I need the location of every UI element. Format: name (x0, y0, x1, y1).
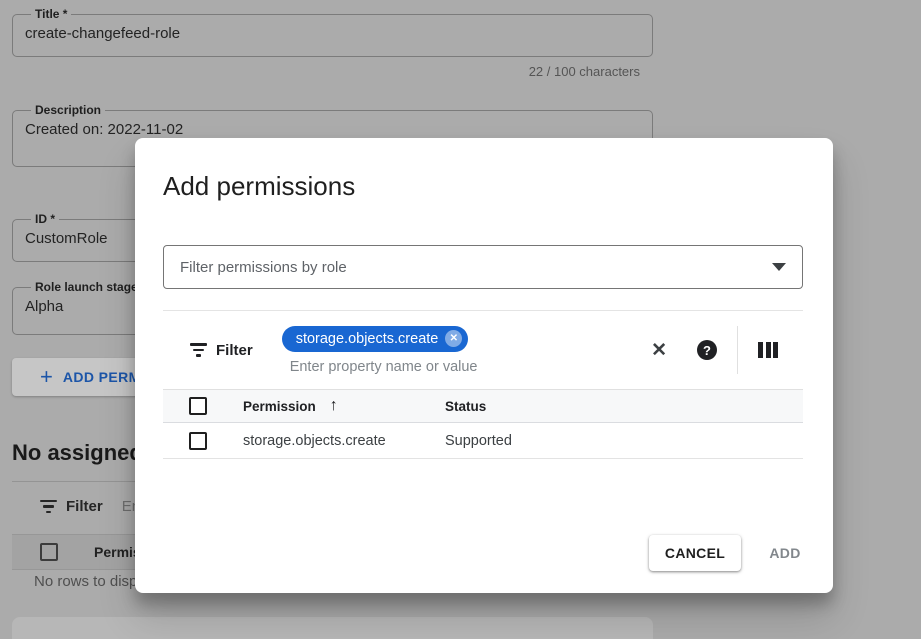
row-checkbox[interactable] (189, 432, 207, 450)
filter-funnel-icon (190, 343, 207, 357)
dialog-title: Add permissions (163, 171, 355, 202)
chip-remove-icon[interactable]: ✕ (445, 330, 462, 347)
description-field-label: Description (31, 103, 105, 117)
row-status-cell: Supported (445, 433, 512, 449)
filter-funnel-icon (40, 500, 57, 514)
role-filter-placeholder: Filter permissions by role (180, 259, 772, 276)
chevron-down-icon (772, 263, 786, 271)
select-all-checkbox[interactable] (40, 543, 58, 561)
id-field-label: ID * (31, 212, 59, 226)
role-filter-select[interactable]: Filter permissions by role (163, 245, 803, 289)
add-button[interactable]: ADD (755, 535, 815, 571)
toolbar-divider (737, 326, 738, 374)
permission-column-header[interactable]: Permission ↑ (243, 397, 445, 415)
add-permissions-dialog: Add permissions Filter permissions by ro… (135, 138, 833, 593)
permissions-table: Filter storage.objects.create ✕ Enter pr… (163, 310, 803, 459)
title-field[interactable]: Title * create-changefeed-role (12, 7, 653, 57)
description-field-value: Created on: 2022-11-02 (25, 121, 640, 138)
row-permission-cell: storage.objects.create (243, 433, 445, 449)
plus-icon: + (40, 366, 53, 388)
select-all-checkbox[interactable] (189, 397, 207, 415)
background-section-box (12, 617, 653, 639)
role-launch-stage-label: Role launch stage (31, 280, 142, 294)
column-display-icon[interactable] (758, 342, 778, 358)
title-field-value: create-changefeed-role (25, 25, 640, 42)
table-filter-toolbar: Filter storage.objects.create ✕ Enter pr… (163, 311, 803, 389)
filter-input-area[interactable]: storage.objects.create ✕ Enter property … (282, 326, 478, 375)
sort-ascending-icon: ↑ (330, 397, 338, 415)
clear-filters-icon[interactable]: ✕ (651, 341, 667, 360)
filter-label: Filter (66, 498, 103, 515)
title-field-label: Title * (31, 7, 71, 21)
filter-input-placeholder: Enter property name or value (282, 359, 478, 375)
help-icon[interactable]: ? (697, 340, 717, 360)
filter-label: Filter (216, 342, 253, 359)
filter-chip-label: storage.objects.create (296, 331, 439, 347)
table-header-row: Permission ↑ Status (163, 389, 803, 423)
status-column-header[interactable]: Status (445, 399, 486, 414)
table-row[interactable]: storage.objects.create Supported (163, 423, 803, 459)
screen: Title * create-changefeed-role 22 / 100 … (0, 0, 921, 639)
title-char-counter: 22 / 100 characters (12, 64, 640, 79)
cancel-button[interactable]: CANCEL (649, 535, 741, 571)
filter-chip[interactable]: storage.objects.create ✕ (282, 326, 469, 352)
